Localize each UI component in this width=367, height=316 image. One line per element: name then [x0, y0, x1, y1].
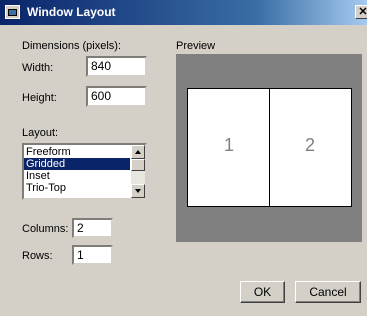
- cancel-button[interactable]: Cancel: [295, 281, 361, 303]
- dimensions-heading: Dimensions (pixels):: [22, 40, 122, 52]
- layout-scrollbar[interactable]: [131, 145, 145, 198]
- rows-label: Rows:: [22, 250, 53, 262]
- title-bar[interactable]: Window Layout ✕: [0, 0, 367, 25]
- height-label: Height:: [22, 92, 57, 104]
- preview-pane-2: 2: [305, 135, 316, 155]
- preview-pane-1: 1: [224, 135, 235, 155]
- preview-window: 1 2: [187, 88, 352, 207]
- window-title: Window Layout: [27, 5, 116, 19]
- layout-listbox[interactable]: Freeform Gridded Inset Trio-Top: [22, 143, 147, 200]
- preview-divider: [269, 89, 270, 206]
- down-arrow-icon: [135, 189, 141, 193]
- rows-input[interactable]: 1: [72, 245, 113, 265]
- window-layout-icon: [5, 5, 20, 19]
- list-item-trio-top[interactable]: Trio-Top: [24, 182, 130, 194]
- window-layout-dialog: Window Layout ✕ Dimensions (pixels): Wid…: [0, 0, 367, 316]
- layout-label: Layout:: [22, 127, 59, 139]
- preview-panel: 1 2: [176, 54, 362, 242]
- scroll-thumb[interactable]: [131, 159, 145, 171]
- list-item-freeform[interactable]: Freeform: [24, 146, 130, 158]
- list-item-inset[interactable]: Inset: [24, 170, 130, 182]
- list-item-gridded[interactable]: Gridded: [24, 158, 130, 170]
- scroll-down-button[interactable]: [131, 184, 145, 198]
- width-label: Width:: [22, 62, 54, 74]
- up-arrow-icon: [135, 150, 141, 154]
- close-button[interactable]: ✕: [355, 5, 367, 19]
- preview-label: Preview: [176, 40, 216, 52]
- columns-input[interactable]: 2: [72, 218, 113, 238]
- height-input[interactable]: 600: [86, 86, 147, 107]
- ok-button[interactable]: OK: [240, 281, 285, 303]
- scroll-up-button[interactable]: [131, 145, 145, 159]
- width-input[interactable]: 840: [86, 56, 147, 77]
- columns-label: Columns:: [22, 223, 69, 235]
